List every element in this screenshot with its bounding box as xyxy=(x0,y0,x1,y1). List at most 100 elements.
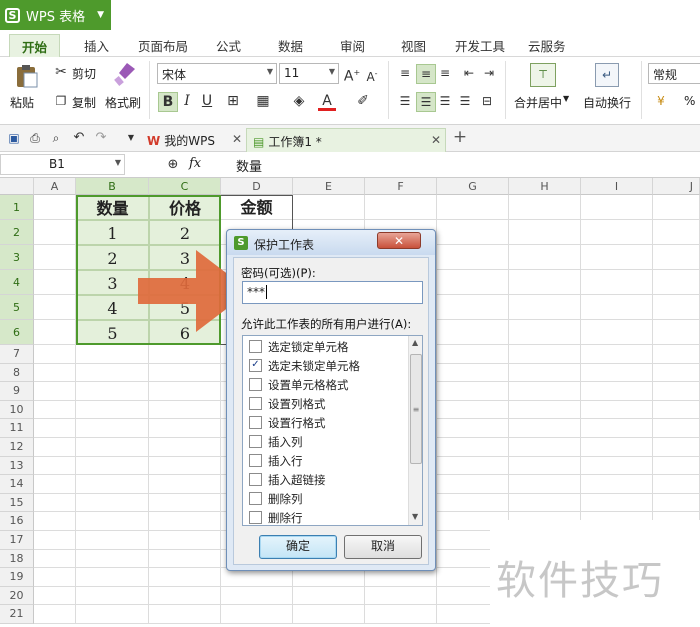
table-cell[interactable] xyxy=(509,475,581,494)
table-cell[interactable] xyxy=(149,493,221,513)
column-header-i[interactable]: I xyxy=(581,178,653,195)
table-cell[interactable] xyxy=(34,382,76,401)
table-cell[interactable] xyxy=(437,475,509,494)
table-cell[interactable] xyxy=(653,220,700,245)
table-cell[interactable]: 2 xyxy=(149,220,221,245)
checkbox[interactable] xyxy=(249,416,262,429)
table-cell[interactable] xyxy=(581,456,653,476)
permission-item[interactable]: 插入行 xyxy=(249,451,303,470)
zoom-function-icon[interactable]: ⊕ xyxy=(164,156,182,174)
permissions-list[interactable]: 选定锁定单元格 ✓ 选定未锁定单元格 设置单元格格式 设置列格式 设置行格式 插入列 插入行插… xyxy=(242,335,423,526)
table-cell[interactable] xyxy=(34,320,76,345)
table-cell[interactable] xyxy=(581,295,653,320)
table-cell[interactable] xyxy=(509,220,581,245)
table-cell[interactable] xyxy=(581,320,653,345)
permission-item[interactable]: ✓ 选定未锁定单元格 xyxy=(249,356,360,375)
align-left-icon[interactable]: ☰ xyxy=(396,92,414,110)
table-cell[interactable] xyxy=(509,295,581,320)
tab-review[interactable]: 审阅 xyxy=(340,36,365,55)
tab-developer[interactable]: 开发工具 xyxy=(455,36,505,55)
table-cell[interactable] xyxy=(509,195,581,220)
table-cell[interactable] xyxy=(437,345,509,364)
table-cell[interactable] xyxy=(653,363,700,383)
table-cell[interactable] xyxy=(149,400,221,420)
table-cell[interactable] xyxy=(293,195,365,220)
password-input[interactable]: *** xyxy=(242,281,423,304)
table-cell[interactable] xyxy=(76,438,149,457)
table-cell[interactable] xyxy=(437,295,509,320)
percent-button[interactable]: % xyxy=(684,94,695,108)
table-cell[interactable] xyxy=(509,438,581,457)
formula-input[interactable]: 数量 xyxy=(236,156,262,175)
column-header-e[interactable]: E xyxy=(293,178,365,195)
row-header[interactable]: 11 xyxy=(0,419,34,438)
table-cell[interactable] xyxy=(365,195,437,220)
table-cell[interactable] xyxy=(509,363,581,383)
column-header-c[interactable]: C xyxy=(149,178,221,195)
merge-center-button[interactable]: 合并居中 xyxy=(514,94,562,111)
table-cell[interactable] xyxy=(581,382,653,401)
table-cell[interactable] xyxy=(76,493,149,513)
table-cell[interactable] xyxy=(653,195,700,220)
table-cell[interactable] xyxy=(149,382,221,401)
table-cell[interactable] xyxy=(76,345,149,364)
paste-icon[interactable] xyxy=(14,63,40,89)
table-cell[interactable] xyxy=(653,493,700,513)
row-header[interactable]: 6 xyxy=(0,320,34,345)
borders-icon[interactable]: ⊞ xyxy=(224,92,242,110)
table-cell[interactable] xyxy=(653,400,700,420)
table-cell[interactable] xyxy=(34,475,76,494)
permission-item[interactable]: 设置列格式 xyxy=(249,394,326,413)
table-cell[interactable] xyxy=(365,605,437,624)
copy-button[interactable]: 复制 xyxy=(72,94,96,111)
row-header[interactable]: 21 xyxy=(0,605,34,624)
table-cell[interactable] xyxy=(437,382,509,401)
app-menu-button[interactable]: S WPS 表格 ▼ xyxy=(0,0,111,30)
checkbox[interactable] xyxy=(249,454,262,467)
checkbox[interactable] xyxy=(249,473,262,486)
doc-tab-my-wps[interactable]: W 我的WPS ✕ xyxy=(141,128,246,152)
font-grow-icon[interactable]: A+ xyxy=(343,64,361,85)
table-cell[interactable] xyxy=(76,400,149,420)
table-cell[interactable] xyxy=(76,531,149,550)
table-cell[interactable] xyxy=(34,456,76,476)
row-header[interactable]: 20 xyxy=(0,586,34,606)
tab-insert[interactable]: 插入 xyxy=(84,36,109,55)
tab-data[interactable]: 数据 xyxy=(278,36,303,55)
merge-center-icon[interactable]: ⊤ xyxy=(530,63,556,87)
table-cell[interactable] xyxy=(509,456,581,476)
column-header-f[interactable]: F xyxy=(365,178,437,195)
table-cell[interactable] xyxy=(34,400,76,420)
row-header[interactable]: 17 xyxy=(0,531,34,550)
wrap-text-icon[interactable]: ↵ xyxy=(595,63,619,87)
permission-item[interactable]: 插入超链接 xyxy=(249,470,326,489)
table-cell[interactable] xyxy=(581,220,653,245)
table-cell[interactable] xyxy=(509,245,581,270)
checkbox[interactable] xyxy=(249,511,262,524)
redo-icon[interactable]: ↷ xyxy=(92,129,110,147)
table-cell[interactable] xyxy=(437,493,509,513)
permission-item[interactable]: 删除行 xyxy=(249,508,303,525)
table-cell[interactable] xyxy=(76,605,149,624)
table-cell[interactable] xyxy=(149,605,221,624)
table-cell[interactable] xyxy=(34,195,76,220)
clear-format-icon[interactable]: ✐ xyxy=(354,92,372,110)
table-cell[interactable] xyxy=(293,605,365,624)
table-cell[interactable] xyxy=(581,245,653,270)
table-cell[interactable] xyxy=(581,419,653,438)
font-name-select[interactable]: 宋体 ▼ xyxy=(157,63,277,84)
table-cell[interactable] xyxy=(437,456,509,476)
checkbox[interactable] xyxy=(249,492,262,505)
table-cell[interactable] xyxy=(34,438,76,457)
align-center-icon[interactable]: ☰ xyxy=(416,92,436,112)
new-tab-plus-icon[interactable]: + xyxy=(451,128,469,146)
table-cell[interactable] xyxy=(34,345,76,364)
row-header[interactable]: 9 xyxy=(0,382,34,401)
table-cell[interactable] xyxy=(221,586,293,606)
table-cell[interactable] xyxy=(653,270,700,295)
table-cell[interactable] xyxy=(34,245,76,270)
row-header[interactable]: 5 xyxy=(0,295,34,320)
ok-button[interactable]: 确定 xyxy=(259,535,337,559)
table-cell[interactable] xyxy=(581,400,653,420)
table-cell[interactable] xyxy=(509,270,581,295)
